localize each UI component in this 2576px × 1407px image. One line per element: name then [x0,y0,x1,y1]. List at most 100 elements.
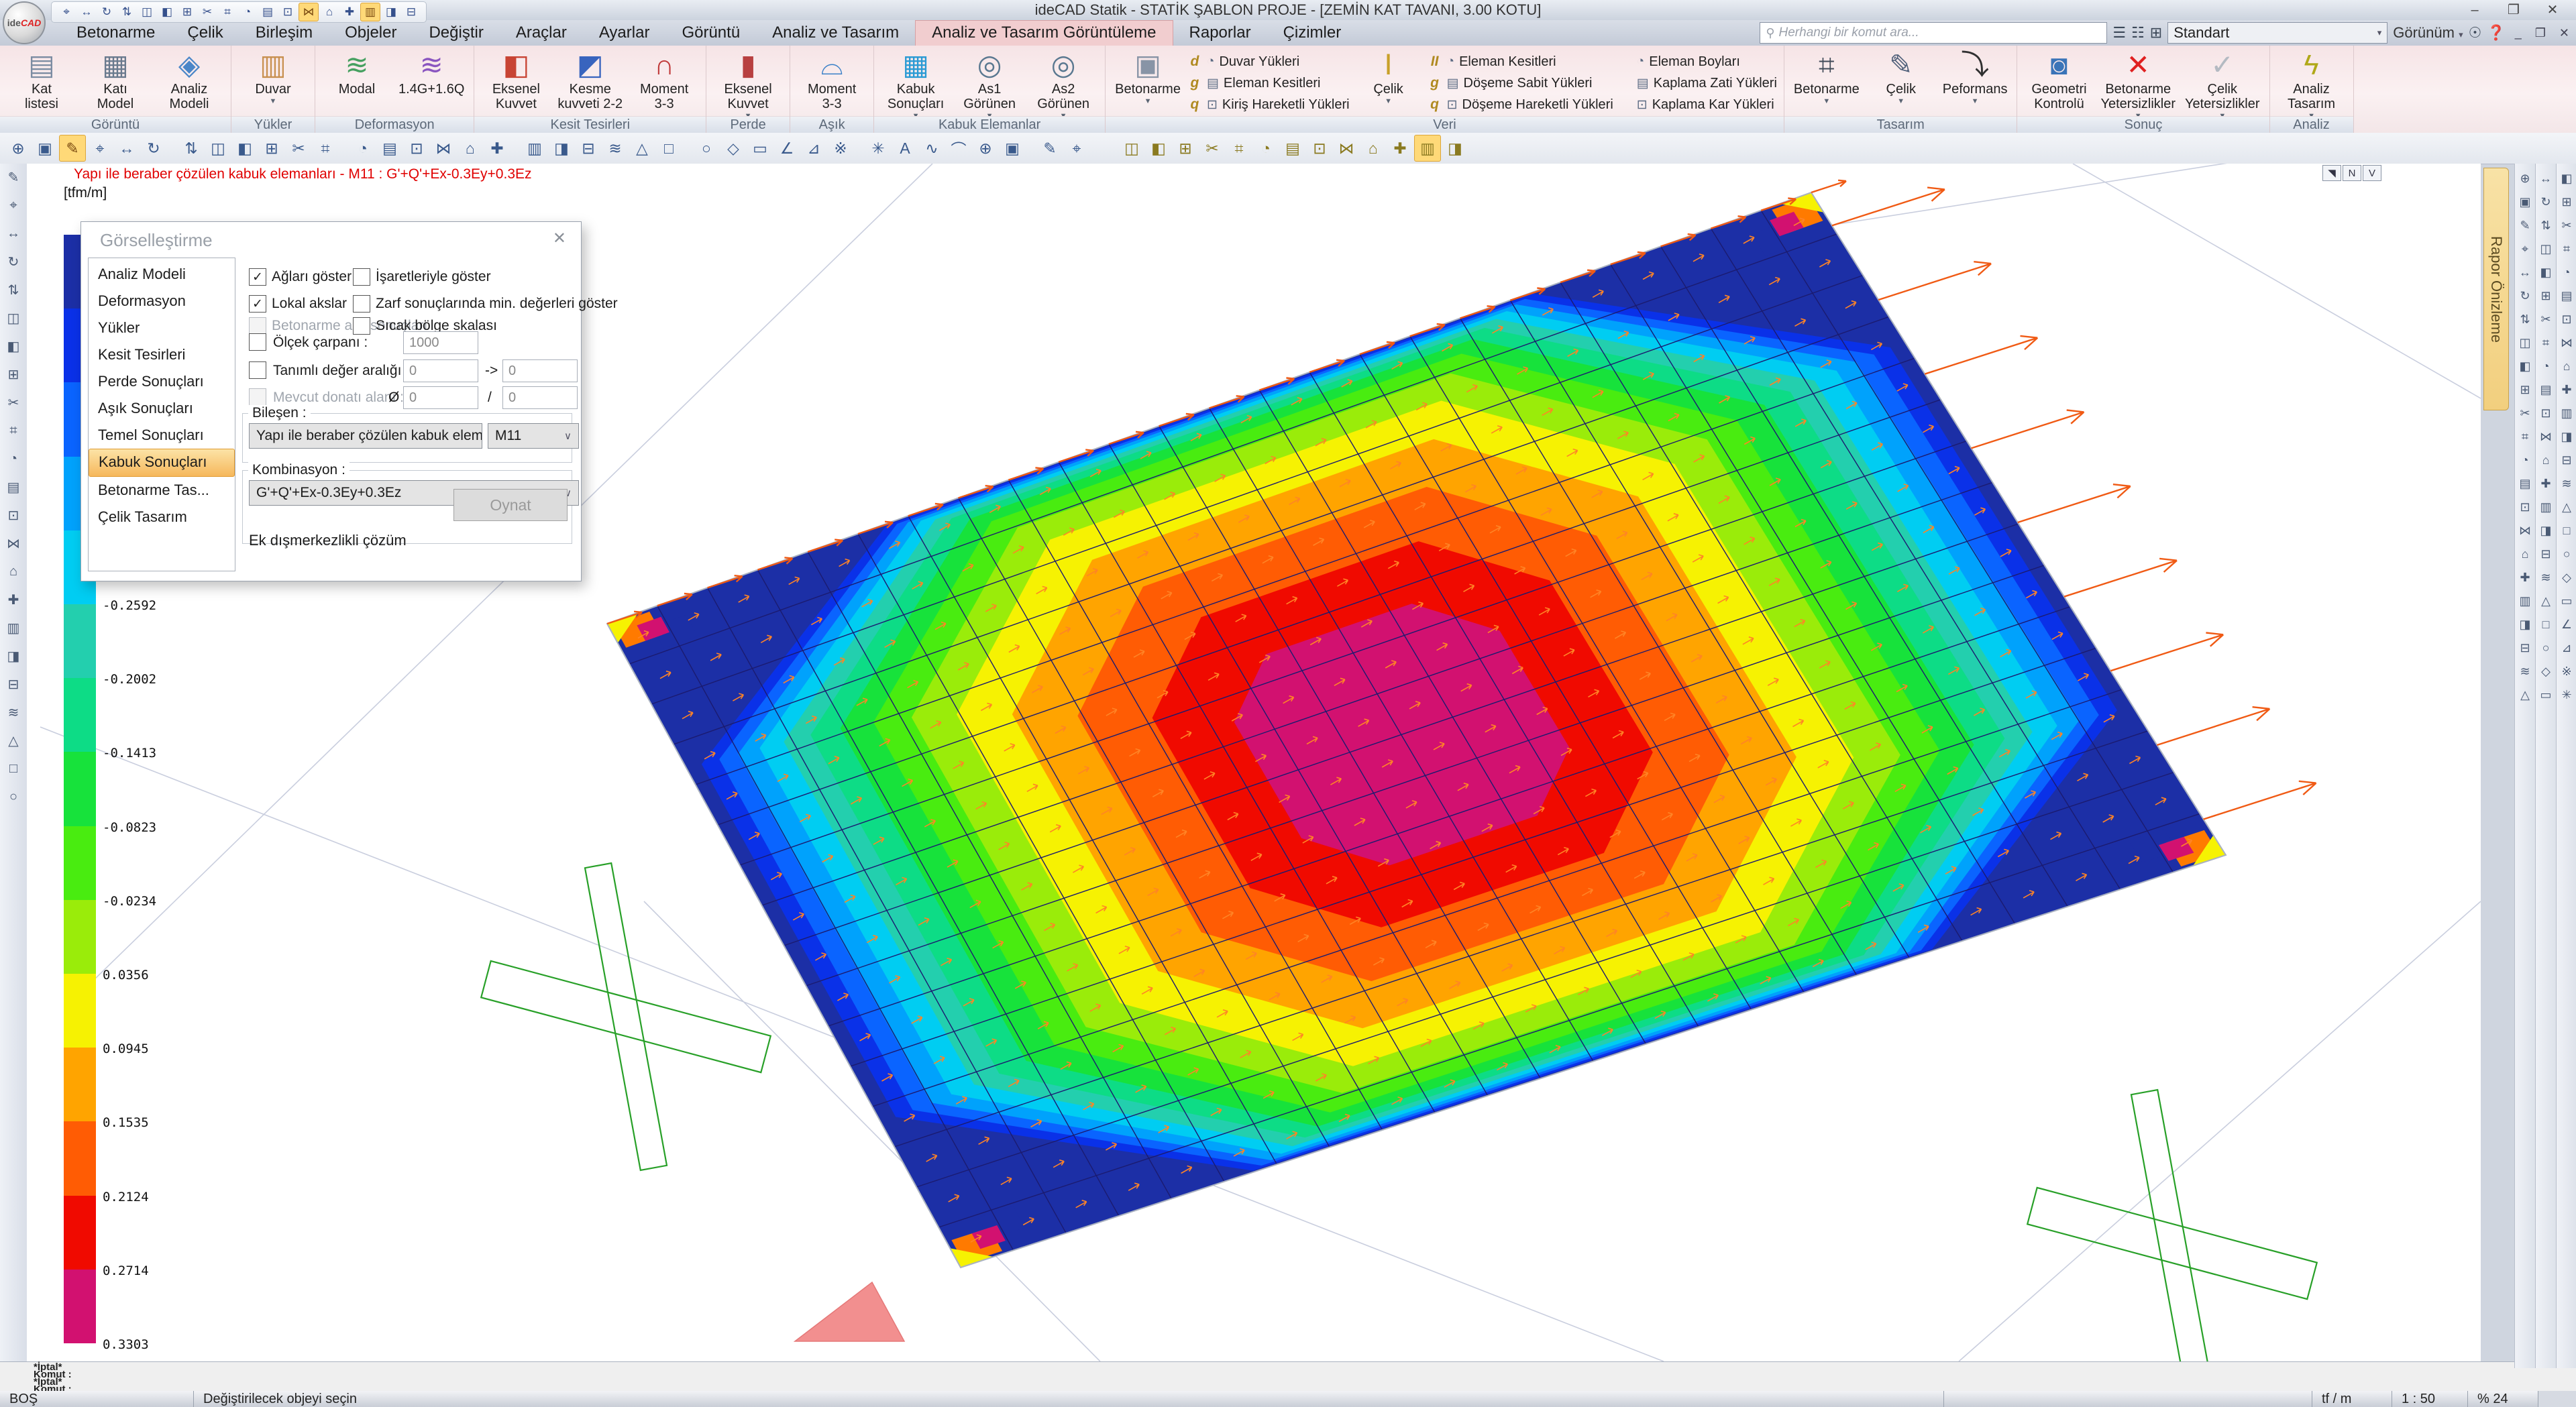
combo-deformation-button[interactable]: ≋1.4G+1.6Q [396,48,467,97]
dialog-page-kabuk-sonu-lar-[interactable]: Kabuk Sonuçları [89,449,235,477]
panel-icon-1-2[interactable]: ⇅ [2537,217,2555,233]
checkbox-zarf-sonu-lar-nda-min-de-erleri-g-ster[interactable]: Zarf sonuçlarında min. değerleri göster [353,295,618,313]
panel-icon-1-4[interactable]: ◧ [2537,264,2555,280]
quick-run-icon[interactable]: ◨ [382,3,400,21]
coord-xy-icon[interactable]: ⊕ [973,135,998,161]
snap-node-icon[interactable]: ⊟ [576,135,601,161]
panel-icon-0-14[interactable]: ⊡ [2516,499,2534,515]
trim-icon[interactable]: ⊡ [404,135,429,161]
frame-select-icon[interactable]: □ [656,135,682,161]
tag-tool-icon[interactable]: ↔ [114,135,140,161]
panel-icon-1-11[interactable]: ⋈ [2537,429,2555,445]
dim-block-icon[interactable]: ▭ [747,135,773,161]
panel-icon-1-9[interactable]: ▤ [2537,382,2555,398]
panel-icon-2-21[interactable]: ※ [2558,663,2575,679]
layer-list-icon[interactable]: ☰ [2112,24,2126,42]
tab-analiz-ve-tasarım[interactable]: Analiz ve Tasarım [756,20,915,46]
checkbox-lokal-akslar[interactable]: ✓Lokal akslar [249,295,347,313]
panel-icon-1-7[interactable]: ⌗ [2537,335,2555,351]
panel-icon-1-22[interactable]: ▭ [2537,687,2555,703]
panel-icon-2-5[interactable]: ▤ [2558,288,2575,304]
panel-icon-1-14[interactable]: ▥ [2537,499,2555,515]
panel-icon-0-15[interactable]: ⋈ [2516,522,2534,539]
value-range-checkbox[interactable] [249,361,266,379]
zoom-window-icon[interactable]: ⊕ [5,135,31,161]
wall-axial-button[interactable]: ▮Eksenel Kuvvet▼ [713,48,783,120]
steel-design-button[interactable]: ✎Çelik▼ [1866,48,1936,105]
new-file-icon[interactable]: ⌖ [57,3,76,21]
more-commands-icon[interactable]: ⊟ [402,3,421,21]
doc-close-button[interactable]: ✕ [2555,26,2573,40]
doc-restore-button[interactable]: ❐ [2531,26,2550,40]
panel-icon-0-4[interactable]: ↔ [2516,264,2534,280]
break-point-icon[interactable]: ▥ [522,135,547,161]
detail-view-icon[interactable]: ▥ [3,618,23,637]
panel-icon-0-20[interactable]: ⊟ [2516,640,2534,656]
shell-results-button[interactable]: ▦Kabuk Sonuçları▼ [881,48,951,120]
floor-list-button[interactable]: ▤Kat listesi [7,48,76,111]
analysis-model-button[interactable]: ◈Analiz Modeli [154,48,224,111]
restore-button[interactable]: ❐ [2494,0,2533,20]
scale-factor-input[interactable]: 1000 [403,331,478,354]
mirror-line-icon[interactable]: ◔ [350,135,376,161]
arrange-windows-icon[interactable]: ⋈ [3,534,23,553]
performance-design-button[interactable]: ⤵Peformans▼ [1940,48,2010,105]
save-icon[interactable]: ↻ [97,3,116,21]
diagram-view-icon[interactable]: ⌂ [1360,135,1386,161]
wall-loads-button[interactable]: ▥Duvar▼ [238,48,308,105]
panel-icon-1-18[interactable]: △ [2537,593,2555,609]
pick-tool-icon[interactable]: ⌖ [87,135,113,161]
turn-arrows-icon[interactable]: ∿ [919,135,945,161]
selection-filter-icon[interactable]: ⊞ [2150,24,2162,42]
modal-deformation-button[interactable]: ≋Modal [322,48,392,97]
stretch-icon[interactable]: ✚ [484,135,510,161]
grid-edit-icon[interactable]: ⊡ [278,3,297,21]
panel-icon-1-13[interactable]: ✚ [2537,475,2555,492]
snap-intersection-icon[interactable]: ✚ [340,3,359,21]
status-unit[interactable]: tf / m [2312,1391,2392,1407]
steel-data-button[interactable]: ⅠÇelik▼ [1354,48,1424,105]
visual-settings-icon[interactable]: ▥ [1414,135,1441,162]
panel-icon-0-7[interactable]: ◫ [2516,335,2534,351]
select-table-icon[interactable]: ◫ [3,308,23,327]
axon-v-button[interactable]: V [2363,165,2381,181]
panel-icon-0-1[interactable]: ▣ [2516,194,2534,210]
tab-analiz-ve-tasarım-görüntüleme[interactable]: Analiz ve Tasarım Görüntüleme [915,20,1173,46]
panel-icon-2-16[interactable]: ○ [2558,546,2575,562]
rotate-icon[interactable]: ⊞ [259,135,284,161]
axial-force-button[interactable]: ◧Eksenel Kuvvet [481,48,551,111]
rebar-dia-input[interactable]: 0 [403,386,478,409]
dialog-page-temel-sonu-lar-[interactable]: Temel Sonuçları [89,422,235,449]
panel-icon-2-17[interactable]: ◇ [2558,569,2575,585]
panel-icon-1-5[interactable]: ⊞ [2537,288,2555,304]
dialog-page-perde-sonu-lar-[interactable]: Perde Sonuçları [89,368,235,395]
concrete-design-button[interactable]: ⌗Betonarme▼ [1791,48,1862,105]
terrain-view-icon[interactable]: ◨ [3,646,23,665]
text-list-icon[interactable]: ⊞ [3,365,23,384]
curve-p-icon[interactable]: ⊡ [1307,135,1332,161]
element-section-data-button[interactable]: g▤Eleman Kesitleri [1187,74,1350,93]
dialog-close-icon[interactable]: ✕ [553,229,566,248]
panel-icon-1-12[interactable]: ⌂ [2537,452,2555,468]
run-quick-icon[interactable]: ✚ [1387,135,1413,161]
fillet-icon[interactable]: ≋ [602,135,628,161]
panel-icon-1-20[interactable]: ○ [2537,640,2555,656]
as2-visible-button[interactable]: ◎As2 Görünen▼ [1028,48,1098,120]
tab-çizimler[interactable]: Çizimler [1267,20,1358,46]
preset-select[interactable]: Standart ▾ [2167,22,2387,44]
tab-raporlar[interactable]: Raporlar [1173,20,1267,46]
visualization-tool-icon[interactable]: ✎ [59,135,86,162]
panel-icon-0-2[interactable]: ✎ [2516,217,2534,233]
coord-polar-icon[interactable]: ⌖ [1064,135,1089,161]
undo-history-icon[interactable]: ⊞ [178,3,197,21]
panel-icon-0-16[interactable]: ⌂ [2516,546,2534,562]
perspective-corner-button[interactable]: ◥ [2322,165,2341,181]
save-all-icon[interactable]: ⇅ [117,3,136,21]
doc-minimize-button[interactable]: _ [2511,26,2526,40]
layer-states-icon[interactable]: ☷ [2131,24,2145,42]
curve-i-icon[interactable]: ⋈ [1334,135,1359,161]
status-zoom[interactable]: % 24 [2468,1391,2538,1407]
dialog-page-y-kler[interactable]: Yükler [89,315,235,341]
panel-icon-0-0[interactable]: ⊕ [2516,170,2534,186]
panel-icon-1-0[interactable]: ↔ [2537,170,2555,186]
